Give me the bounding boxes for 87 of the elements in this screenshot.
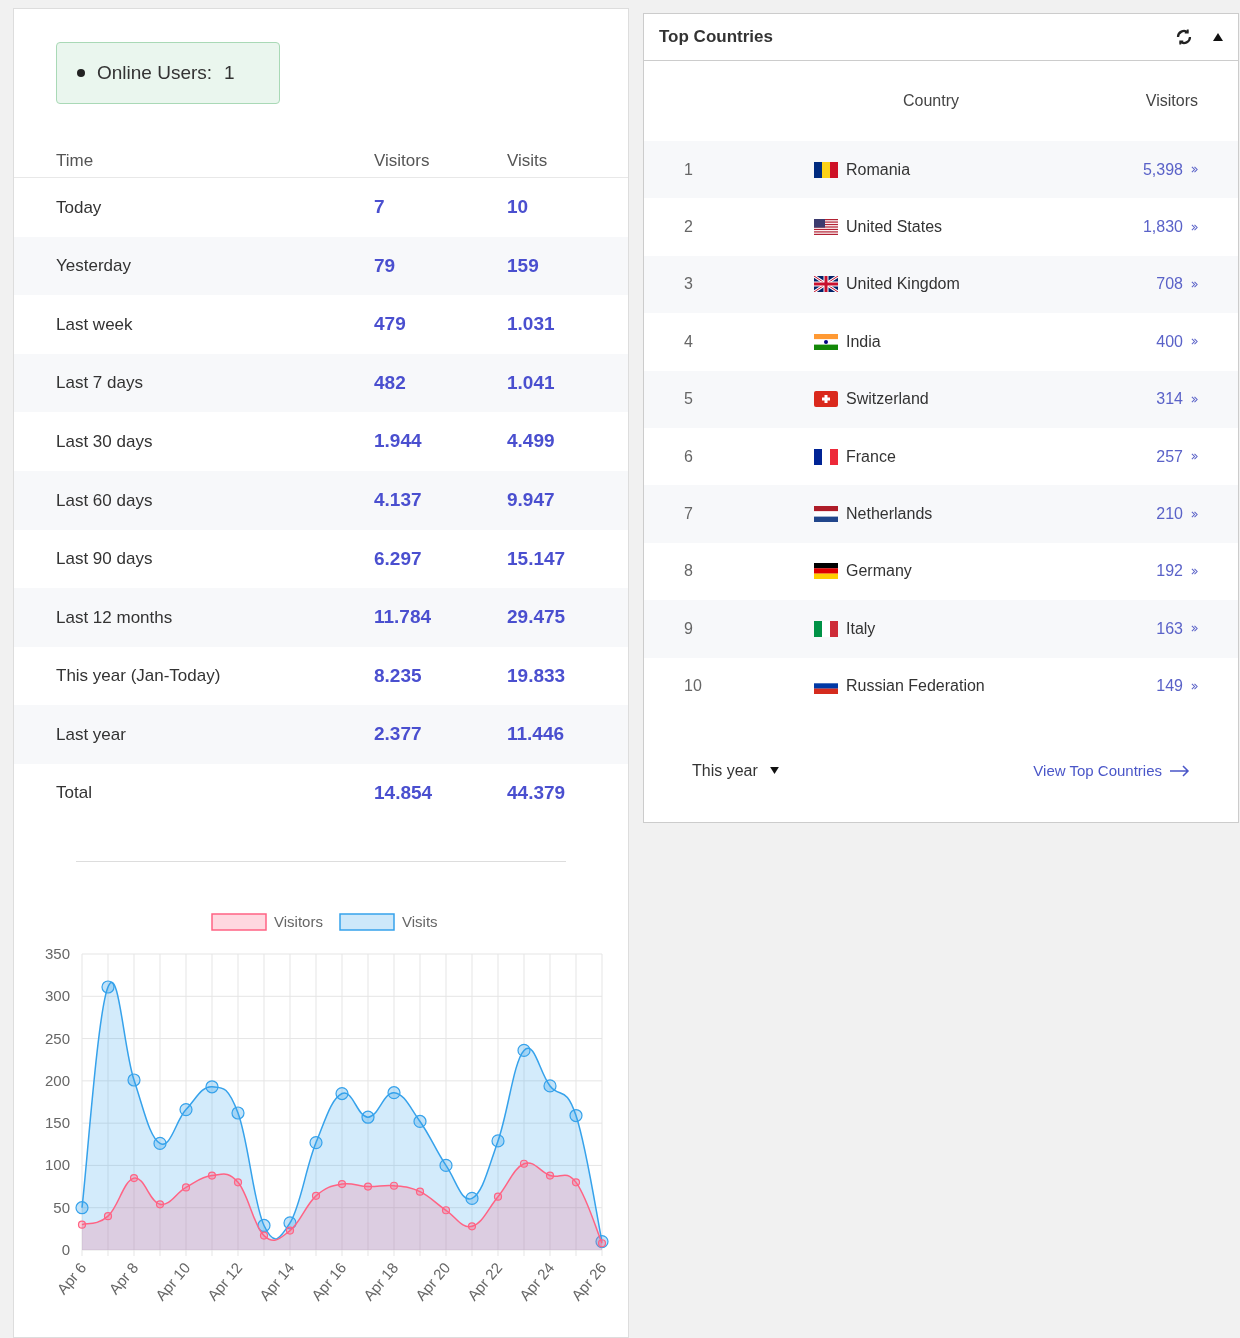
column-header: Visitors — [374, 149, 431, 172]
visitors-link[interactable]: 163 — [1098, 616, 1198, 641]
rank-cell-text: 4 — [684, 331, 694, 352]
table-cell-text: Last 7 days — [56, 372, 144, 395]
visitors-link[interactable]: 400 — [1098, 329, 1198, 354]
table-cell-text: Total — [56, 782, 93, 805]
table-cell-text: 15.147 — [507, 546, 567, 571]
visitors-link[interactable]: 257 — [1098, 444, 1198, 469]
rank-cell-text: 3 — [684, 274, 694, 295]
table-cell-text: Yesterday — [56, 255, 132, 278]
table-cell-text: 7 — [374, 195, 386, 220]
table-cell-text: 2.377 — [374, 722, 423, 747]
visitors-link[interactable]: 708 — [1098, 272, 1198, 297]
category-label: Apr 12 — [203, 1258, 246, 1304]
category-label: Apr 20 — [411, 1258, 454, 1304]
table-cell-text: Last 30 days — [56, 430, 154, 453]
rank-cell-text: 10 — [684, 676, 703, 697]
table-cell-text: Last 12 months — [56, 606, 174, 629]
country-name: United States — [846, 217, 943, 238]
column-header: Visits — [507, 149, 549, 172]
visitors-link[interactable]: 1,830 — [1098, 215, 1198, 240]
rank-cell-text: 6 — [684, 446, 694, 467]
category-label: Apr 24 — [515, 1258, 558, 1304]
table-cell-text: Last week — [56, 313, 134, 336]
table-cell-text: Last 90 days — [56, 548, 154, 571]
table-cell-text: 1.031 — [507, 312, 556, 337]
rank-cell-text: 5 — [684, 389, 694, 410]
rank-cell-text: 2 — [684, 217, 694, 238]
table-cell-text: 159 — [507, 253, 540, 278]
table-cell-text: 6.297 — [374, 546, 423, 571]
country-name: Romania — [846, 159, 911, 180]
country-name: Germany — [846, 561, 912, 582]
category-label: Apr 18 — [359, 1258, 402, 1304]
table-cell-text: 8.235 — [374, 663, 423, 688]
table-cell-text: 79 — [374, 253, 397, 278]
visitors-link[interactable]: 192 — [1098, 559, 1198, 584]
table-cell-text: This year (Jan-Today) — [56, 665, 222, 688]
period-dropdown[interactable]: This year — [692, 758, 779, 783]
online-users-count: 1 — [224, 60, 235, 85]
rank-cell-text: 9 — [684, 618, 694, 639]
country-name: Russian Federation — [846, 676, 985, 697]
visitors-link[interactable]: 314 — [1098, 387, 1198, 412]
legend-label: Visitors — [274, 912, 323, 930]
country-name: France — [846, 446, 896, 467]
panel-title: Top Countries — [659, 26, 773, 49]
category-label: Apr 16 — [307, 1258, 350, 1304]
column-header: Country — [903, 91, 961, 111]
table-cell-text: 19.833 — [507, 663, 567, 688]
table-cell-text: Last 60 days — [56, 489, 154, 512]
table-cell-text: 479 — [374, 312, 407, 337]
category-label: Apr 26 — [567, 1258, 610, 1304]
table-cell-text: 1.041 — [507, 370, 556, 395]
table-cell-text: 4.499 — [507, 429, 556, 454]
country-name: India — [846, 331, 881, 352]
table-cell-text: Last year — [56, 723, 127, 746]
country-name: Switzerland — [846, 389, 929, 410]
table-cell-text: 4.137 — [374, 488, 423, 512]
table-cell-text: 14.854 — [374, 781, 434, 805]
visitors-link[interactable]: 5,398 — [1098, 157, 1198, 182]
table-cell-text: 29.475 — [507, 605, 567, 630]
y-axis: 0 50 100 150 200 250 300 350 — [44, 944, 70, 1258]
table-cell-text: 11.784 — [374, 605, 433, 630]
category-label: Apr 14 — [255, 1258, 298, 1304]
category-label: Apr 6 — [53, 1258, 90, 1297]
table-cell-text: 1.944 — [374, 429, 423, 454]
visitors-link[interactable]: 149 — [1098, 674, 1198, 699]
table-cell-text: 9.947 — [507, 488, 556, 512]
visitors-link[interactable]: 210 — [1098, 502, 1198, 527]
legend-label: Visits — [402, 912, 438, 930]
country-name: Netherlands — [846, 504, 933, 525]
category-label: Apr 10 — [151, 1258, 194, 1304]
table-cell-text: 482 — [374, 370, 407, 395]
column-header: Visitors — [1144, 91, 1198, 111]
column-header: Time — [56, 149, 95, 172]
country-name: United Kingdom — [846, 274, 960, 295]
online-users-label: Online Users: — [97, 60, 213, 85]
table-cell-text: Today — [56, 196, 103, 219]
table-cell-text: 10 — [507, 195, 530, 220]
category-label: Apr 22 — [463, 1258, 506, 1304]
rank-cell-text: 7 — [684, 504, 694, 525]
table-cell-text: 11.446 — [507, 722, 566, 747]
category-label: Apr 8 — [105, 1258, 142, 1297]
country-name: Italy — [846, 618, 876, 639]
view-top-countries-link[interactable]: View Top Countries — [1033, 759, 1190, 783]
table-cell-text: 44.379 — [507, 781, 567, 805]
rank-cell-text: 8 — [684, 561, 694, 582]
rank-cell-text: 1 — [684, 159, 694, 180]
